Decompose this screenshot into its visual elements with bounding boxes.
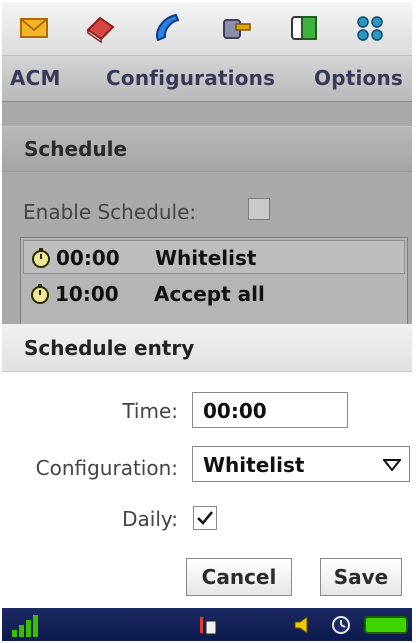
save-button[interactable]: Save bbox=[320, 558, 402, 596]
schedule-config: Whitelist bbox=[155, 246, 257, 270]
apps-grid-icon[interactable] bbox=[352, 10, 388, 46]
daily-label: Daily: bbox=[122, 507, 178, 531]
contacts-icon[interactable] bbox=[286, 10, 322, 46]
configuration-label: Configuration: bbox=[35, 456, 178, 480]
schedule-row[interactable]: 00:00 Whitelist bbox=[23, 240, 405, 274]
clock-icon bbox=[332, 616, 350, 634]
daily-checkbox[interactable] bbox=[193, 506, 217, 530]
network-icon bbox=[200, 617, 217, 635]
configuration-value: Whitelist bbox=[203, 453, 305, 477]
phone-screen: ACM Configurations Options Schedule Enab… bbox=[2, 2, 412, 641]
status-bar bbox=[2, 608, 412, 641]
schedule-time: 10:00 bbox=[55, 282, 119, 306]
phone-icon[interactable] bbox=[148, 10, 184, 46]
entry-title: Schedule entry bbox=[24, 336, 195, 360]
schedule-time: 00:00 bbox=[56, 246, 120, 270]
menu-configurations[interactable]: Configurations bbox=[106, 66, 275, 90]
enable-schedule-label: Enable Schedule: bbox=[23, 200, 197, 224]
time-value: 00:00 bbox=[203, 399, 267, 423]
schedule-entry-dialog: Schedule entry Time: 00:00 Configuration… bbox=[2, 324, 412, 608]
menu-options[interactable]: Options bbox=[314, 66, 403, 90]
cancel-button[interactable]: Cancel bbox=[186, 558, 292, 596]
configuration-dropdown[interactable]: Whitelist bbox=[192, 446, 410, 482]
battery-icon bbox=[364, 616, 408, 634]
time-label: Time: bbox=[122, 399, 178, 423]
envelope-icon[interactable] bbox=[16, 10, 52, 46]
checkmark-icon bbox=[197, 511, 213, 525]
app-icon-bar bbox=[2, 2, 412, 56]
schedule-panel: Schedule Enable Schedule: 00:00 Whitelis… bbox=[2, 102, 412, 337]
signal-icon bbox=[12, 615, 38, 637]
enable-schedule-checkbox[interactable] bbox=[248, 198, 270, 220]
schedule-row[interactable]: 10:00 Accept all bbox=[23, 277, 405, 311]
stopwatch-icon bbox=[32, 248, 50, 268]
time-input[interactable]: 00:00 bbox=[192, 392, 348, 428]
schedule-list[interactable]: 00:00 Whitelist 10:00 Accept all bbox=[20, 237, 408, 337]
volume-icon bbox=[294, 616, 308, 634]
menu-bar: ACM Configurations Options bbox=[2, 56, 412, 102]
entry-header: Schedule entry bbox=[2, 324, 412, 372]
stopwatch-icon bbox=[31, 284, 49, 304]
schedule-title: Schedule bbox=[24, 137, 128, 161]
chevron-down-icon bbox=[383, 459, 401, 471]
schedule-config: Accept all bbox=[154, 282, 265, 306]
schedule-header: Schedule bbox=[2, 126, 412, 172]
menu-acm[interactable]: ACM bbox=[10, 66, 61, 90]
camera-icon[interactable] bbox=[218, 10, 254, 46]
book-icon[interactable] bbox=[82, 10, 118, 46]
